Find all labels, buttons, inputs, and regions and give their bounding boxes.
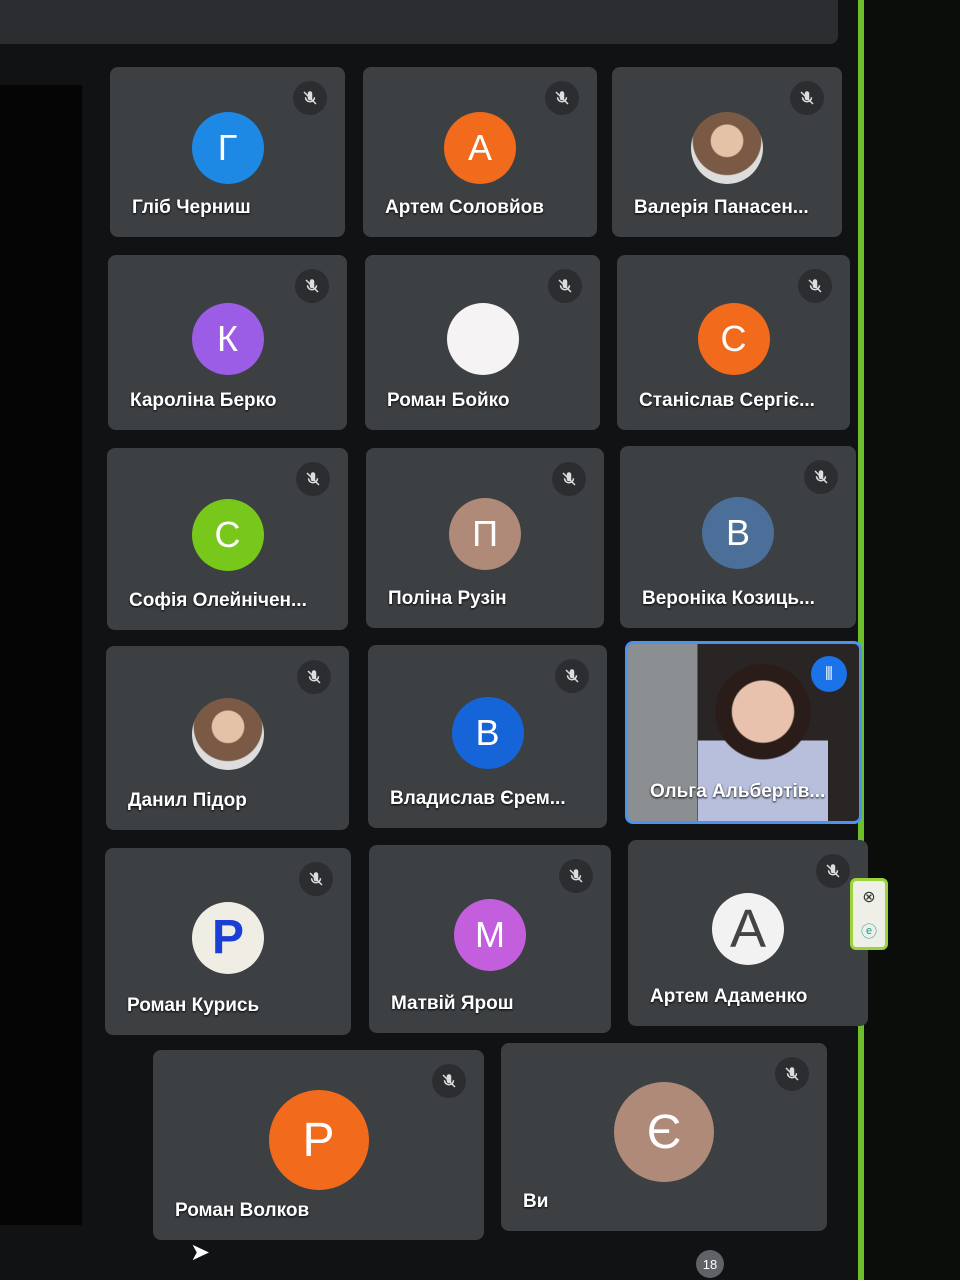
participant-name: Роман Волков [175,1200,310,1221]
mic-off-icon [555,659,589,693]
avatar: П [449,498,521,570]
participant-name: Матвій Ярош [391,993,514,1014]
participant-name: Артем Соловйов [385,197,544,218]
close-icon[interactable]: ⊗ [862,887,875,907]
mic-off-icon [296,462,330,496]
participant-name: Станіслав Сергіє... [639,390,815,411]
participant-name: Роман Бойко [387,390,510,411]
avatar: С [191,499,264,571]
participant-tile[interactable]: P Роман Курись [105,848,351,1035]
avatar: В [451,696,524,769]
participant-name: Данил Підор [128,790,247,811]
participant-tile[interactable]: П Поліна Рузін [366,448,604,628]
avatar [191,698,264,770]
participant-name: Вероніка Козиць... [642,588,815,609]
participant-tile[interactable]: Роман Бойко [365,255,600,430]
participant-name: Валерія Панасен... [634,197,809,218]
participant-name: Софія Олейнічен... [129,590,307,611]
participants-count-badge[interactable]: 18 [696,1250,724,1278]
avatar: A [712,893,784,965]
participant-tile[interactable]: В Вероніка Козиць... [620,446,856,628]
avatar: P [192,901,264,974]
mic-off-icon [798,269,832,303]
mic-off-icon [295,269,329,303]
participant-tile[interactable]: С Станіслав Сергіє... [617,255,850,430]
avatar: Г [191,112,264,184]
mic-off-icon [548,269,582,303]
avatar: Є [614,1082,714,1182]
avatar: М [454,899,526,971]
mic-off-icon [790,81,824,115]
participant-tile[interactable]: А Артем Соловйов [363,67,597,237]
extension-widget[interactable]: ⊗ ⓔ [850,878,888,950]
participant-tile[interactable]: Валерія Панасен... [612,67,842,237]
mic-off-icon [816,854,850,888]
participant-tile[interactable]: В Владислав Єрем... [368,645,607,828]
avatar: В [702,497,774,569]
avatar: С [697,302,770,375]
avatar [446,302,519,375]
participant-name: Роман Курись [127,995,260,1016]
mic-off-icon [297,660,331,694]
participant-tile[interactable]: Р Роман Волков [153,1050,484,1240]
participant-name: Артем Адаменко [650,986,808,1007]
participant-tile[interactable]: М Матвій Ярош [369,845,611,1033]
top-bar [0,0,838,44]
participant-tile[interactable]: Є Ви [501,1043,827,1231]
participant-tile[interactable]: ⦀ Ольга Альбертів... [625,641,862,824]
participant-name: Кароліна Берко [130,390,277,411]
mic-off-icon [545,81,579,115]
participant-tile[interactable]: К Кароліна Берко [108,255,347,430]
mic-off-icon [299,862,333,896]
monitor-bezel [864,0,960,1280]
speaking-indicator-icon: ⦀ [811,656,847,692]
participant-tile[interactable]: С Софія Олейнічен... [107,448,348,630]
avatar: К [191,302,264,375]
mic-off-icon [804,460,838,494]
participant-tile[interactable]: Данил Підор [106,646,349,830]
participant-name: Ольга Альбертів... [650,781,826,802]
avatar: А [444,112,516,184]
mic-off-icon [432,1064,466,1098]
participant-tile[interactable]: Г Гліб Черниш [110,67,345,237]
presentation-panel [0,85,82,1225]
mic-off-icon [775,1057,809,1091]
avatar: Р [268,1090,369,1190]
participant-name: Ви [523,1191,549,1212]
extension-e-icon[interactable]: ⓔ [861,918,877,942]
mic-off-icon [559,859,593,893]
mouse-cursor-icon: ➤ [190,1239,211,1266]
participant-name: Поліна Рузін [388,588,507,609]
participant-name: Владислав Єрем... [390,788,566,809]
mic-off-icon [552,462,586,496]
avatar [691,112,763,184]
mic-off-icon [293,81,327,115]
participant-name: Гліб Черниш [132,197,251,218]
participant-tile[interactable]: A Артем Адаменко [628,840,868,1026]
